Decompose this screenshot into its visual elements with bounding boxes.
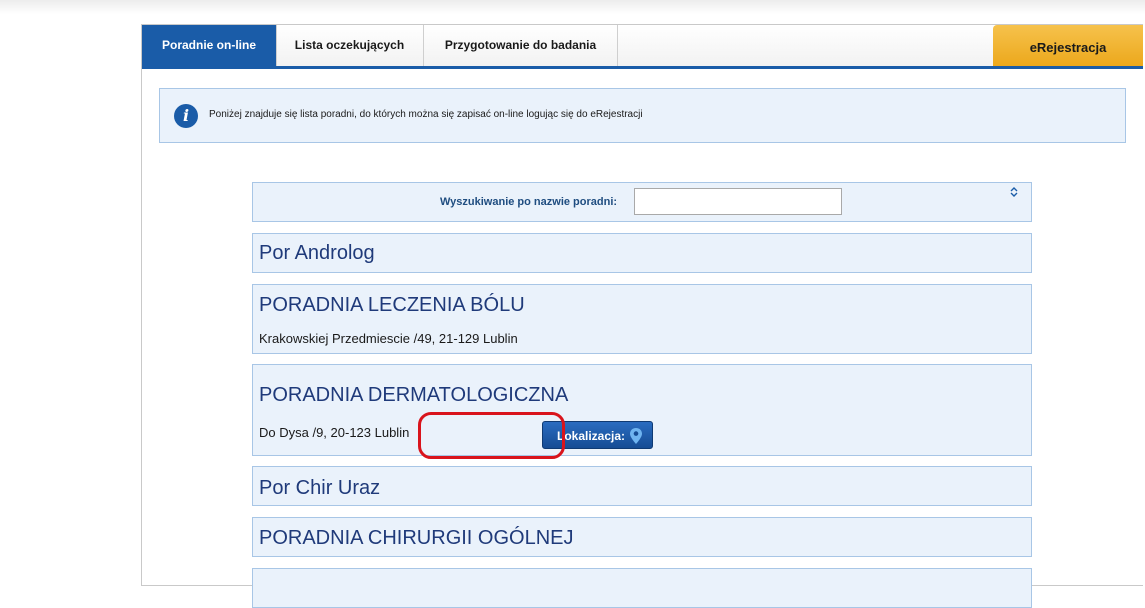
clinic-card[interactable]: PORADNIA CHIRURGII OGÓLNEJ xyxy=(252,517,1032,557)
tab-bar: Poradnie on-line Lista oczekujących Przy… xyxy=(142,25,1143,69)
clinic-address: Do Dysa /9, 20-123 Lublin xyxy=(259,425,410,440)
info-icon: i xyxy=(174,104,198,128)
clinic-name[interactable]: Por Androlog xyxy=(259,242,375,265)
clinic-card[interactable]: PORADNIA DERMATOLOGICZNA Do Dysa /9, 20-… xyxy=(252,364,1032,456)
tab-lista-oczekujacych[interactable]: Lista oczekujących xyxy=(276,25,424,66)
map-pin-icon xyxy=(630,428,642,444)
search-bar: Wyszukiwanie po nazwie poradni: xyxy=(252,182,1032,222)
clinic-card[interactable] xyxy=(252,568,1032,608)
clinic-address: Krakowskiej Przedmiescie /49, 21-129 Lub… xyxy=(259,331,518,346)
clinic-name[interactable]: PORADNIA LECZENIA BÓLU xyxy=(259,294,525,317)
clinic-name[interactable]: PORADNIA CHIRURGII OGÓLNEJ xyxy=(259,527,574,550)
info-text: Poniżej znajduje się lista poradni, do k… xyxy=(209,109,643,120)
clinic-card[interactable]: Por Androlog xyxy=(252,233,1032,273)
search-label: Wyszukiwanie po nazwie poradni: xyxy=(440,196,618,208)
top-shadow xyxy=(0,0,1145,14)
ereg-button[interactable]: eRejestracja xyxy=(993,25,1143,66)
clinic-card[interactable]: Por Chir Uraz xyxy=(252,466,1032,506)
tab-poradnie-online[interactable]: Poradnie on-line xyxy=(142,25,277,66)
location-button-label: Lokalizacja: xyxy=(557,429,626,443)
sort-chevrons-icon[interactable] xyxy=(1009,187,1019,199)
clinic-name[interactable]: PORADNIA DERMATOLOGICZNA xyxy=(259,384,568,407)
clinic-name[interactable]: Por Chir Uraz xyxy=(259,477,380,500)
main-panel: Poradnie on-line Lista oczekujących Przy… xyxy=(141,24,1143,608)
clinic-card[interactable]: PORADNIA LECZENIA BÓLU Krakowskiej Przed… xyxy=(252,284,1032,354)
search-input[interactable] xyxy=(634,188,842,215)
info-box: i Poniżej znajduje się lista poradni, do… xyxy=(159,88,1126,143)
highlight-annotation xyxy=(418,412,565,459)
tab-przygotowanie[interactable]: Przygotowanie do badania xyxy=(424,25,618,66)
